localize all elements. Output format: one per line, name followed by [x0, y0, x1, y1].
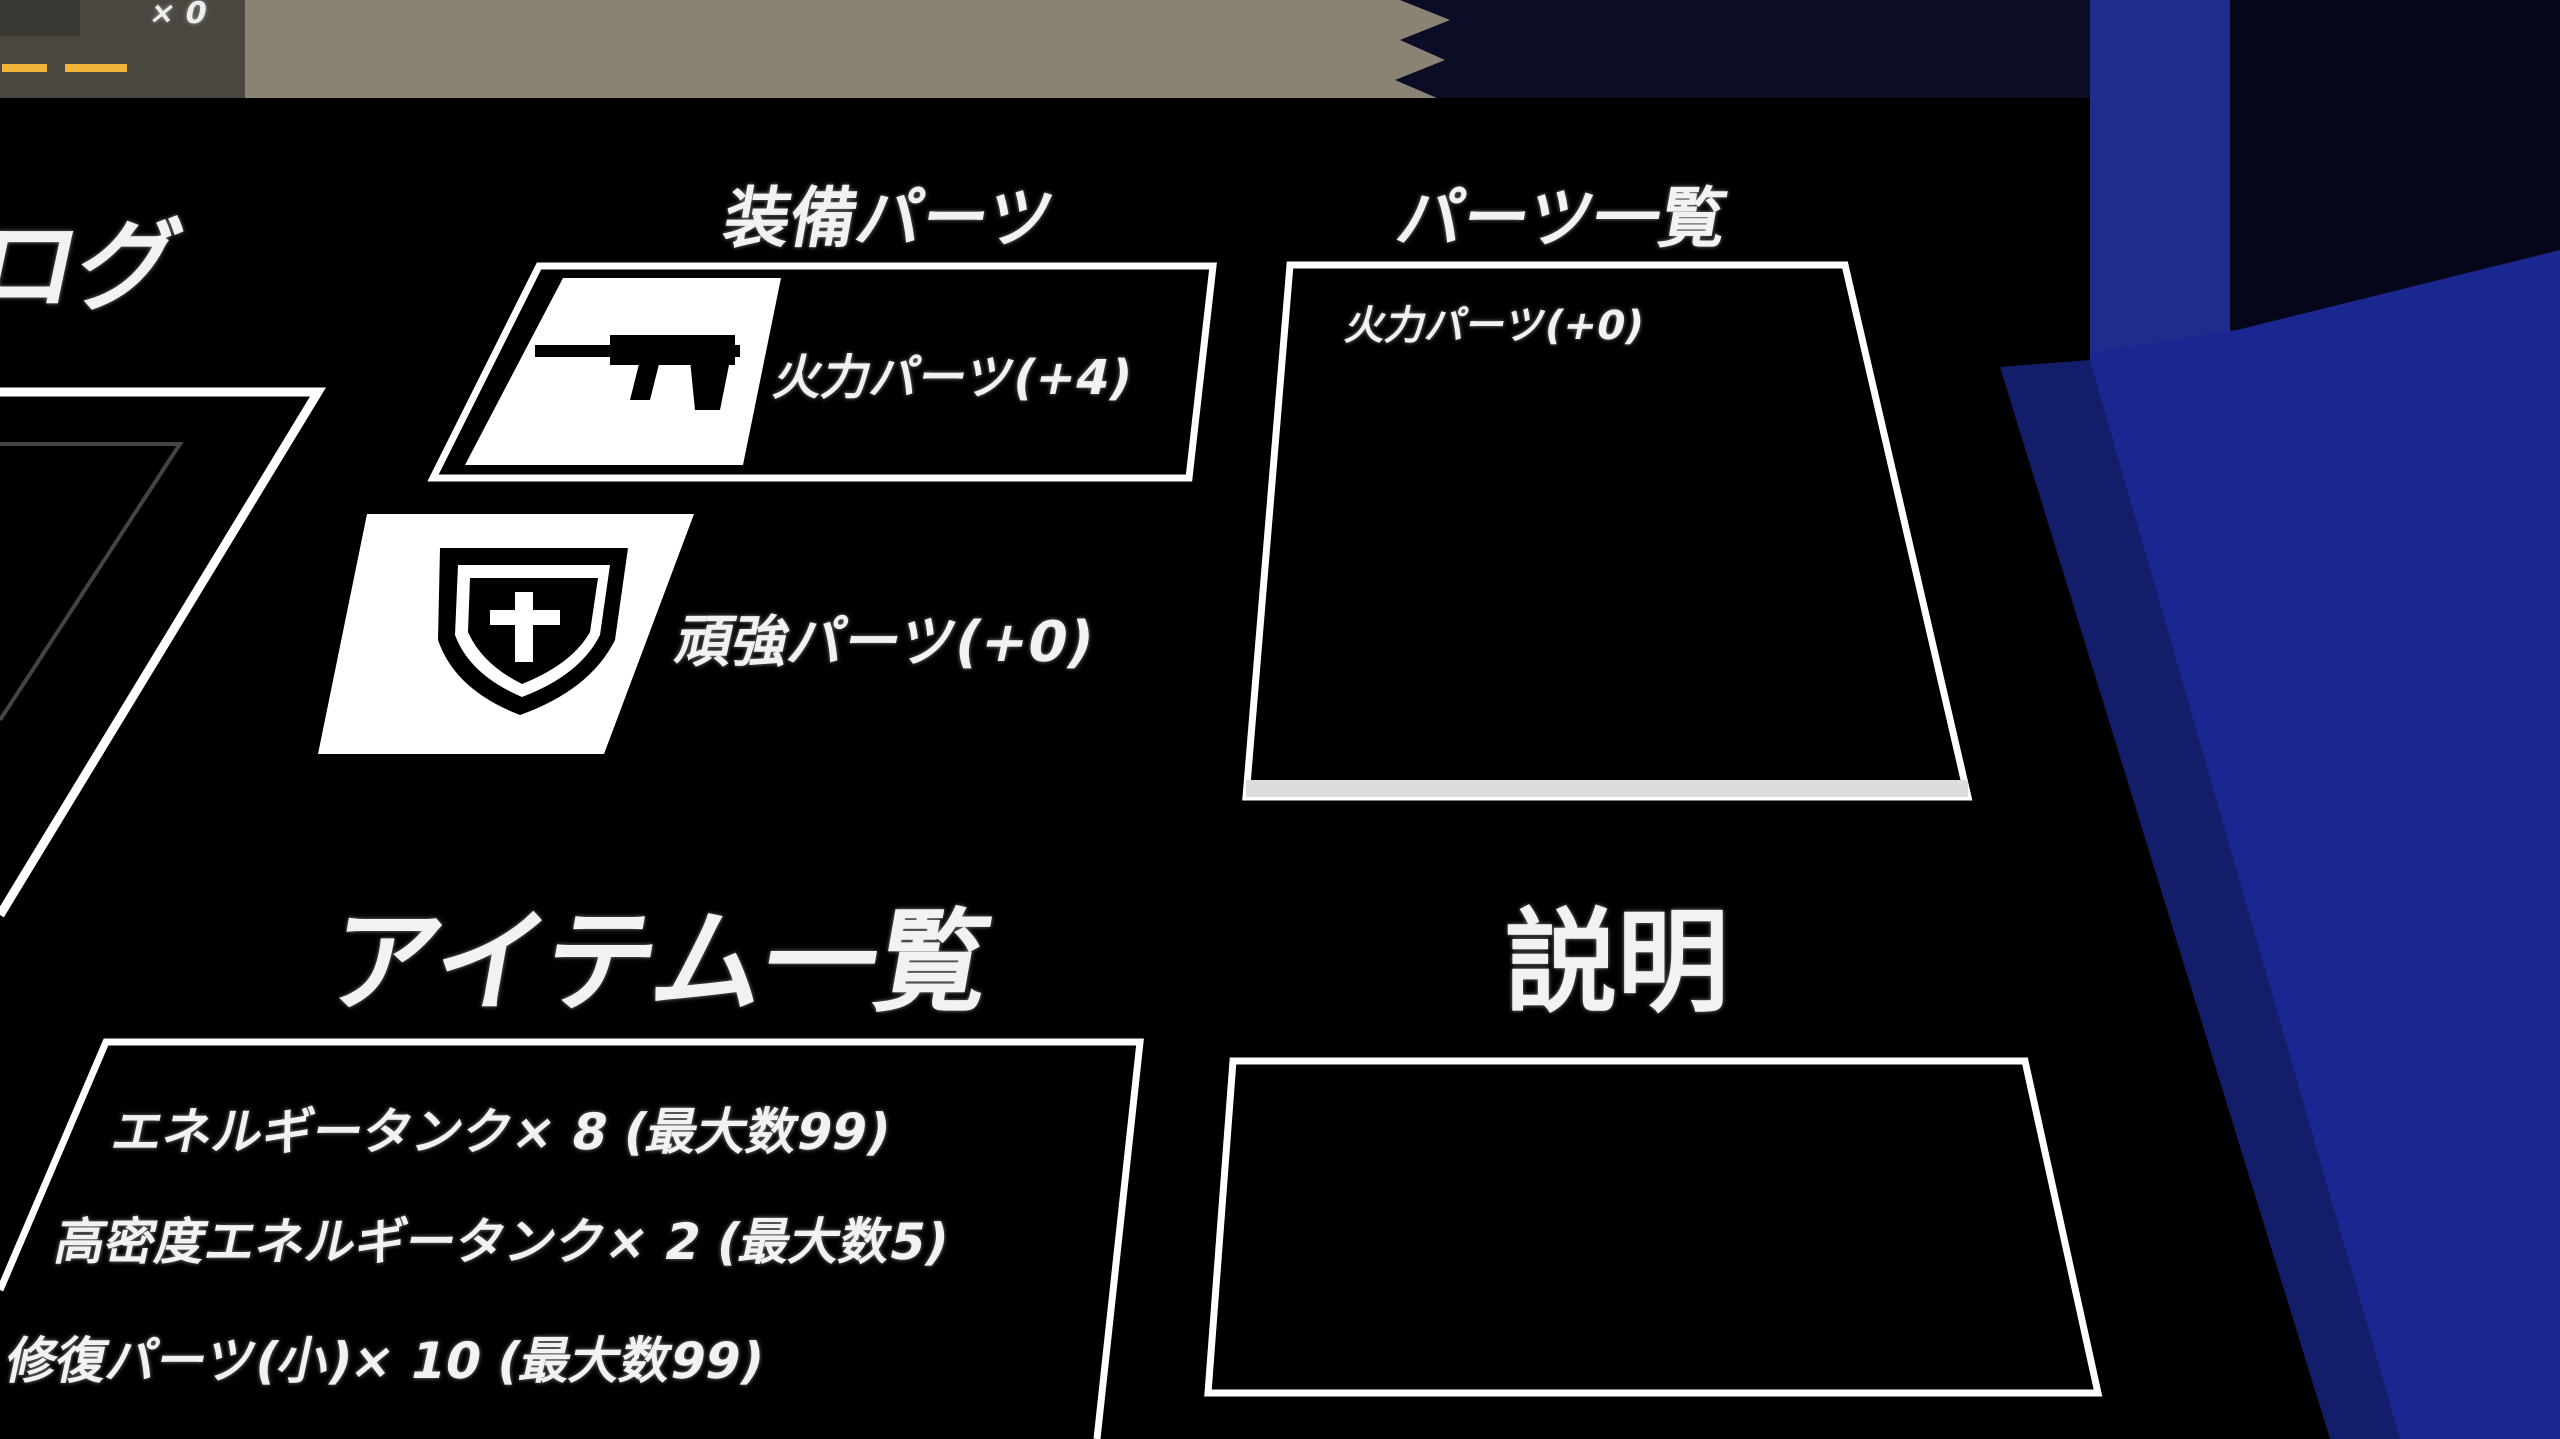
item-high-density-energy-tank[interactable]: 高密度エネルギータンク× 2 (最大数5) — [49, 1202, 956, 1274]
equipped-parts-title: 装備パーツ — [717, 180, 1061, 257]
parts-list-item[interactable]: 火力パーツ(+0) — [1341, 293, 1650, 351]
item-repair-parts-small[interactable]: 修復パーツ(小)× 10 (最大数99) — [0, 1321, 772, 1393]
items-list-title: アイテム一覧 — [317, 898, 1002, 1028]
hud-bar — [65, 64, 127, 72]
equip-slot-firepower[interactable]: 火力パーツ(+4) — [769, 338, 1140, 408]
description-title: 説明 — [1505, 898, 1729, 1028]
item-energy-tank[interactable]: エネルギータンク× 8 (最大数99) — [106, 1092, 898, 1164]
blue-pillar — [2090, 0, 2230, 360]
parts-list-title: パーツ一覧 — [1390, 180, 1734, 257]
top-band — [245, 0, 1450, 98]
log-title: ログ — [0, 208, 191, 325]
hud-counter: × 0 — [146, 0, 211, 31]
game-menu-screen: × 0 ログ 装備パーツ 火力パーツ(+4) 頑強パーツ(+0) パーツ一覧 火… — [0, 0, 2560, 1439]
equip-slot-toughness[interactable]: 頑強パーツ(+0) — [669, 597, 1102, 678]
hud-bar — [2, 64, 47, 72]
